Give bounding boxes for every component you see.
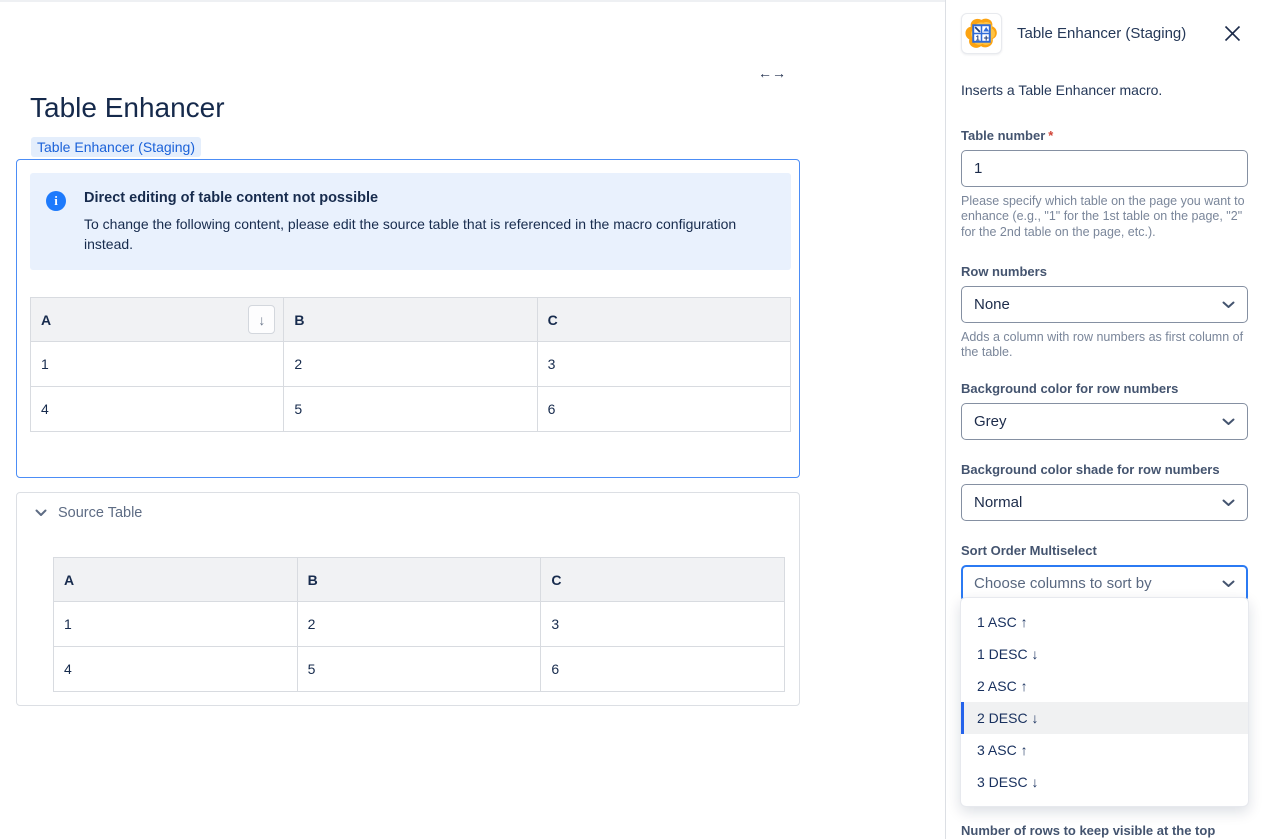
editor-canvas: ←→ Table Enhancer Table Enhancer (Stagin… [0,0,945,839]
field-label-text: Table number [961,128,1045,143]
chevron-down-icon [1222,494,1235,511]
page-title: Table Enhancer [30,92,225,124]
info-panel: i Direct editing of table content not po… [30,173,791,270]
chevron-down-icon [35,509,47,517]
field-label-bg-color: Background color for row numbers [961,381,1248,396]
svg-text:+: + [983,33,989,43]
table-cell: 6 [537,387,790,432]
dropdown-option-1-desc[interactable]: 1 DESC ↓ [961,638,1248,670]
field-label-row-numbers: Row numbers [961,264,1248,279]
table-cell: 3 [541,602,785,647]
column-header-c: C [541,558,785,602]
table-enhancer-logo-icon: 1 + [961,13,1002,54]
sidebar-title: Table Enhancer (Staging) [1017,25,1186,42]
close-icon[interactable] [1223,24,1242,43]
column-header-a: A [54,558,298,602]
info-panel-body: To change the following content, please … [84,215,764,255]
table-row: 1 2 3 [31,342,791,387]
table-cell: 5 [297,647,541,692]
table-cell: 5 [284,387,537,432]
row-numbers-select[interactable]: None [961,286,1248,323]
field-help-text: Adds a column with row numbers as first … [961,330,1248,361]
column-header-b: B [297,558,541,602]
dropdown-option-2-desc[interactable]: 2 DESC ↓ [961,702,1248,734]
select-value: None [974,296,1010,313]
chevron-down-icon [1222,296,1235,313]
field-label-bg-shade: Background color shade for row numbers [961,462,1248,477]
table-row: 4 5 6 [31,387,791,432]
column-header-c: C [537,298,790,342]
table-cell: 3 [537,342,790,387]
table-cell: 2 [297,602,541,647]
info-panel-content: Direct editing of table content not poss… [84,190,764,253]
column-header-a: A ↓ [31,298,284,342]
column-header-b: B [284,298,537,342]
select-value: Grey [974,413,1007,430]
field-label-table-number: Table number* [961,128,1248,143]
table-cell: 2 [284,342,537,387]
sidebar-header: 1 + Table Enhancer (Staging) [946,0,1263,54]
table-cell: 4 [31,387,284,432]
source-table-label: Source Table [58,505,142,521]
table-row: 4 5 6 [54,647,785,692]
dropdown-option-3-desc[interactable]: 3 DESC ↓ [961,766,1248,798]
source-table: A B C 1 2 3 4 5 6 [53,557,785,692]
table-cell: 1 [54,602,298,647]
dropdown-option-2-asc[interactable]: 2 ASC ↑ [961,670,1248,702]
bg-shade-select[interactable]: Normal [961,484,1248,521]
table-cell: 4 [54,647,298,692]
source-table-panel: Source Table A B C 1 2 3 [16,492,800,706]
dropdown-option-3-asc[interactable]: 3 ASC ↑ [961,734,1248,766]
table-cell: 1 [31,342,284,387]
field-help-text: Please specify which table on the page y… [961,194,1248,240]
required-asterisk: * [1048,128,1053,143]
macro-description: Inserts a Table Enhancer macro. [961,82,1248,98]
table-header-row: A B C [54,558,785,602]
field-label-rows-visible-top: Number of rows to keep visible at the to… [961,823,1215,838]
sort-order-dropdown: 1 ASC ↑ 1 DESC ↓ 2 ASC ↑ 2 DESC ↓ 3 ASC … [960,597,1249,807]
field-label-sort-order: Sort Order Multiselect [961,543,1248,558]
table-cell: 6 [541,647,785,692]
svg-text:1: 1 [976,34,980,43]
column-header-label: A [41,312,51,328]
selected-macro-container[interactable]: i Direct editing of table content not po… [16,159,800,478]
chevron-down-icon [1222,575,1235,592]
macro-name-link[interactable]: Table Enhancer (Staging) [31,137,201,157]
resize-width-icon[interactable]: ←→ [758,65,786,81]
macro-editor-page: ←→ Table Enhancer Table Enhancer (Stagin… [0,0,1263,839]
info-icon: i [46,191,66,211]
chevron-down-icon [1222,413,1235,430]
sort-descending-button[interactable]: ↓ [248,305,275,334]
select-placeholder: Choose columns to sort by [974,575,1152,592]
macro-config-sidebar: 1 + Table Enhancer (Staging) Inserts a T… [946,0,1263,839]
dropdown-option-1-asc[interactable]: 1 ASC ↑ [961,606,1248,638]
table-header-row: A ↓ B C [31,298,791,342]
info-panel-title: Direct editing of table content not poss… [84,190,764,206]
table-row: 1 2 3 [54,602,785,647]
select-value: Normal [974,494,1022,511]
source-table-toggle[interactable]: Source Table [35,505,142,521]
enhanced-table: A ↓ B C 1 2 3 4 [30,297,791,432]
table-number-input[interactable] [961,150,1248,187]
bg-color-select[interactable]: Grey [961,403,1248,440]
